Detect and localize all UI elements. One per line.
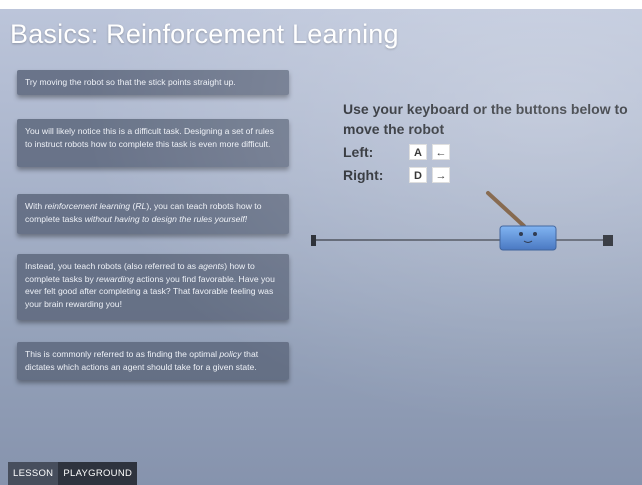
robot-cart <box>499 225 557 251</box>
pole-stick <box>486 191 526 228</box>
robot-eye-right <box>533 232 537 236</box>
tab-playground[interactable]: PLAYGROUND <box>58 462 138 485</box>
cartpole-simulation <box>311 191 613 251</box>
robot-eye-left <box>519 232 523 236</box>
track-right-endstop <box>603 235 613 246</box>
bottom-tab-bar: LESSON PLAYGROUND <box>8 462 138 485</box>
track-left-endstop <box>311 235 316 246</box>
tab-lesson[interactable]: LESSON <box>8 462 59 485</box>
lesson-stage: Basics: Reinforcement Learning Try movin… <box>0 9 642 485</box>
